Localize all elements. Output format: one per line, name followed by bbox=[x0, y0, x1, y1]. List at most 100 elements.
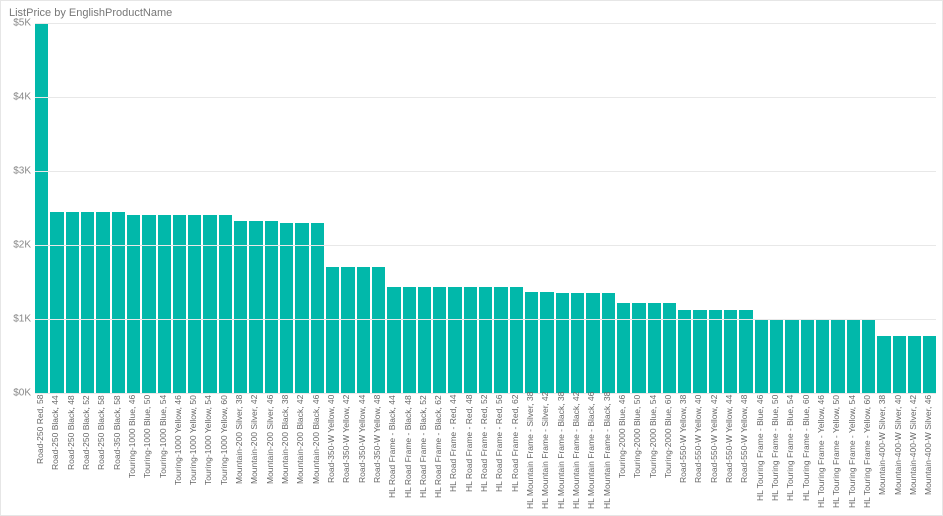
bar[interactable] bbox=[847, 319, 860, 393]
bar[interactable] bbox=[923, 336, 936, 393]
x-label: HL Mountain Frame - Black, 38 bbox=[556, 395, 569, 509]
bar[interactable] bbox=[908, 336, 921, 393]
x-label: HL Touring Frame - Yellow, 60 bbox=[862, 395, 875, 509]
bar[interactable] bbox=[234, 221, 247, 393]
bar[interactable] bbox=[877, 336, 890, 393]
bar[interactable] bbox=[586, 293, 599, 393]
bar[interactable] bbox=[602, 293, 615, 393]
bar[interactable] bbox=[770, 319, 783, 393]
x-label: HL Touring Frame - Blue, 54 bbox=[785, 395, 798, 509]
x-label: HL Mountain Frame - Black, 38 bbox=[602, 395, 615, 509]
bar[interactable] bbox=[448, 287, 461, 393]
x-label: Mountain-200 Silver, 38 bbox=[234, 395, 247, 509]
x-label: Touring-1000 Yellow, 54 bbox=[203, 395, 216, 509]
bar[interactable] bbox=[525, 292, 538, 393]
bar[interactable] bbox=[540, 292, 553, 393]
bar[interactable] bbox=[326, 267, 339, 393]
bar[interactable] bbox=[249, 221, 262, 393]
bar[interactable] bbox=[785, 319, 798, 393]
bar[interactable] bbox=[709, 310, 722, 393]
x-label: Mountain-200 Black, 38 bbox=[280, 395, 293, 509]
chart-title: ListPrice by EnglishProductName bbox=[9, 7, 172, 19]
bar[interactable] bbox=[280, 223, 293, 393]
x-labels: Road-250 Red, 58Road-250 Black, 44Road-2… bbox=[35, 395, 936, 509]
bar[interactable] bbox=[403, 287, 416, 393]
x-label: Mountain-400-W Silver, 46 bbox=[923, 395, 936, 509]
x-label: Touring-2000 Blue, 54 bbox=[648, 395, 661, 509]
bar[interactable] bbox=[464, 287, 477, 393]
bar[interactable] bbox=[617, 303, 630, 393]
bar[interactable] bbox=[341, 267, 354, 393]
x-label: Mountain-400-W Silver, 38 bbox=[877, 395, 890, 509]
x-label: HL Road Frame - Red, 56 bbox=[494, 395, 507, 509]
bar[interactable] bbox=[479, 287, 492, 393]
bar[interactable] bbox=[357, 267, 370, 393]
bar[interactable] bbox=[96, 212, 109, 393]
x-label: Mountain-400-W Silver, 40 bbox=[893, 395, 906, 509]
bar[interactable] bbox=[295, 223, 308, 393]
bar[interactable] bbox=[311, 223, 324, 393]
bar[interactable] bbox=[81, 212, 94, 393]
bar[interactable] bbox=[112, 212, 125, 393]
x-label: HL Mountain Frame - Black, 46 bbox=[586, 395, 599, 509]
x-label: Mountain-200 Black, 42 bbox=[295, 395, 308, 509]
x-label: HL Road Frame - Red, 62 bbox=[510, 395, 523, 509]
bar[interactable] bbox=[571, 293, 584, 393]
bar[interactable] bbox=[724, 310, 737, 393]
bar[interactable] bbox=[556, 293, 569, 393]
bar[interactable] bbox=[35, 23, 48, 393]
bar[interactable] bbox=[801, 319, 814, 393]
bar[interactable] bbox=[219, 215, 232, 393]
x-label: Road-550-W Yellow, 42 bbox=[709, 395, 722, 509]
bar[interactable] bbox=[893, 336, 906, 393]
x-label: Touring-1000 Blue, 50 bbox=[142, 395, 155, 509]
x-label: Touring-1000 Blue, 46 bbox=[127, 395, 140, 509]
bar[interactable] bbox=[433, 287, 446, 393]
x-label: Touring-2000 Blue, 50 bbox=[632, 395, 645, 509]
bar[interactable] bbox=[127, 215, 140, 393]
x-label: HL Touring Frame - Blue, 60 bbox=[801, 395, 814, 509]
bar[interactable] bbox=[632, 303, 645, 393]
bar[interactable] bbox=[510, 287, 523, 393]
bar[interactable] bbox=[663, 303, 676, 393]
x-label: Road-250 Black, 52 bbox=[81, 395, 94, 509]
bar[interactable] bbox=[693, 310, 706, 393]
x-label: Mountain-200 Black, 46 bbox=[311, 395, 324, 509]
bar[interactable] bbox=[372, 267, 385, 393]
bar[interactable] bbox=[494, 287, 507, 393]
plot-area: $0K$1K$2K$3K$4K$5K bbox=[35, 23, 936, 393]
x-label: Road-350-W Yellow, 48 bbox=[372, 395, 385, 509]
bar[interactable] bbox=[739, 310, 752, 393]
x-label: HL Touring Frame - Yellow, 46 bbox=[816, 395, 829, 509]
bar[interactable] bbox=[816, 319, 829, 393]
x-label: HL Touring Frame - Blue, 46 bbox=[755, 395, 768, 509]
bars-container bbox=[35, 23, 936, 393]
x-label: HL Road Frame - Black, 52 bbox=[418, 395, 431, 509]
bar[interactable] bbox=[66, 212, 79, 393]
x-label: HL Touring Frame - Yellow, 54 bbox=[847, 395, 860, 509]
bar[interactable] bbox=[142, 215, 155, 393]
grid-line bbox=[35, 23, 936, 24]
x-label: Mountain-200 Silver, 46 bbox=[265, 395, 278, 509]
x-label: Road-250 Black, 58 bbox=[96, 395, 109, 509]
grid-line bbox=[35, 171, 936, 172]
bar[interactable] bbox=[831, 319, 844, 393]
bar[interactable] bbox=[188, 215, 201, 393]
y-tick: $1K bbox=[5, 314, 31, 325]
grid-line bbox=[35, 319, 936, 320]
bar[interactable] bbox=[203, 215, 216, 393]
bar[interactable] bbox=[862, 319, 875, 393]
x-label: Road-250 Black, 48 bbox=[66, 395, 79, 509]
x-label: Road-250 Red, 58 bbox=[35, 395, 48, 509]
bar[interactable] bbox=[387, 287, 400, 393]
bar[interactable] bbox=[755, 319, 768, 393]
bar[interactable] bbox=[173, 215, 186, 393]
bar[interactable] bbox=[50, 212, 63, 393]
x-label: HL Road Frame - Red, 44 bbox=[448, 395, 461, 509]
x-label: Touring-2000 Blue, 46 bbox=[617, 395, 630, 509]
bar[interactable] bbox=[158, 215, 171, 393]
bar[interactable] bbox=[418, 287, 431, 393]
bar[interactable] bbox=[648, 303, 661, 393]
bar[interactable] bbox=[678, 310, 691, 393]
bar[interactable] bbox=[265, 221, 278, 393]
